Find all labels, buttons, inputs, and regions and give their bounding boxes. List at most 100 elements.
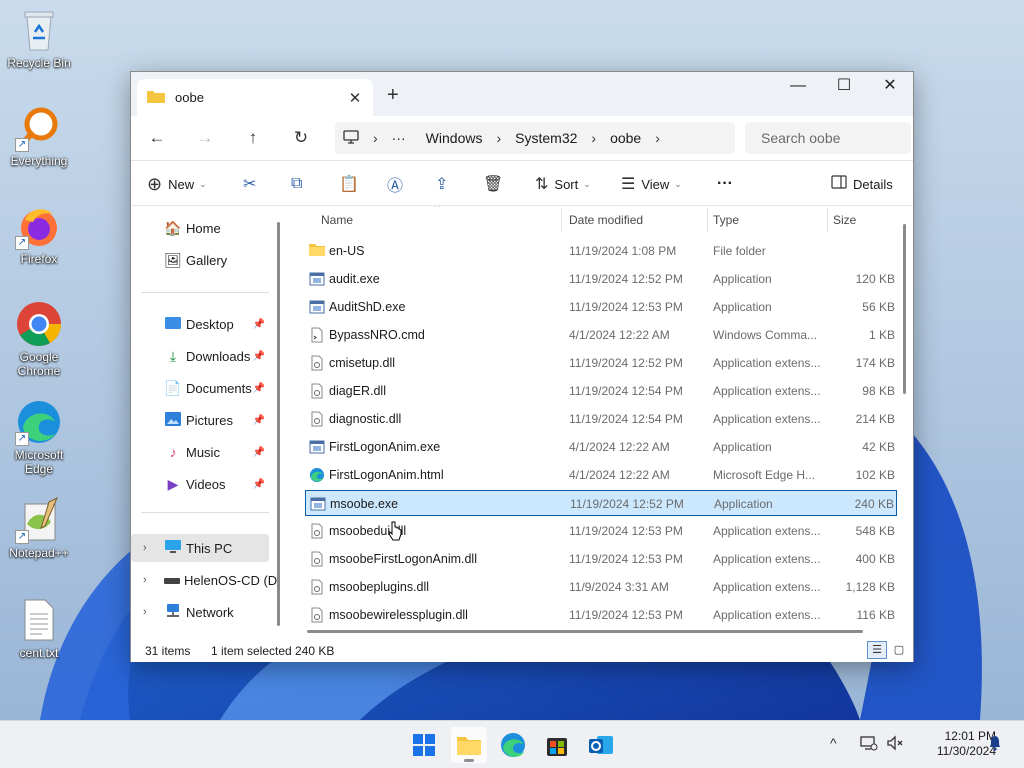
nav-item-pictures[interactable]: Pictures 📌 bbox=[131, 406, 269, 434]
delete-button[interactable]: 🗑 bbox=[483, 171, 509, 197]
column-divider[interactable] bbox=[561, 208, 562, 232]
outlook-icon bbox=[589, 736, 613, 754]
close-tab-icon[interactable]: ✕ bbox=[343, 89, 367, 107]
column-size[interactable]: Size bbox=[833, 213, 856, 227]
sort-button[interactable]: ⇅ Sort ⌄ bbox=[535, 171, 591, 197]
music-note-icon: ♪ bbox=[169, 444, 177, 460]
file-row[interactable]: en-US 11/19/2024 1:08 PM File folder bbox=[305, 238, 897, 264]
volume-muted-icon[interactable] bbox=[886, 735, 904, 754]
file-row[interactable]: FirstLogonAnim.html 4/1/2024 12:22 AM Micr… bbox=[305, 462, 897, 488]
more-options-button[interactable]: ··· bbox=[717, 171, 733, 197]
nav-item-this-pc[interactable]: › This PC bbox=[131, 534, 269, 562]
file-row[interactable]: msoobe.exe 11/19/2024 12:52 PM Application… bbox=[305, 490, 897, 516]
nav-item-network[interactable]: › Network bbox=[131, 598, 269, 626]
taskbar-edge[interactable] bbox=[495, 727, 531, 763]
column-name[interactable]: Name bbox=[321, 213, 353, 227]
nav-item-videos[interactable]: ▶ Videos 📌 bbox=[131, 470, 269, 498]
column-divider[interactable] bbox=[707, 208, 708, 232]
nav-item-drive[interactable]: › HelenOS-CD (D: bbox=[131, 566, 281, 594]
breadcrumb-oobe[interactable]: oobe bbox=[610, 130, 641, 146]
start-button[interactable] bbox=[406, 727, 442, 763]
file-size: 116 KB bbox=[856, 608, 895, 622]
view-button[interactable]: ☰ View ⌄ bbox=[621, 171, 682, 197]
minimize-button[interactable]: — bbox=[775, 72, 821, 102]
navpane-scrollbar[interactable] bbox=[277, 222, 280, 626]
file-row[interactable]: diagnostic.dll 11/19/2024 12:54 PM Applica… bbox=[305, 406, 897, 432]
back-arrow-icon[interactable]: ← bbox=[145, 126, 169, 150]
expand-chevron-icon[interactable]: › bbox=[143, 542, 147, 554]
details-view-button[interactable]: ☰ bbox=[867, 641, 887, 659]
forward-arrow-icon[interactable]: → bbox=[193, 126, 217, 150]
file-row[interactable]: audit.exe 11/19/2024 12:52 PM Application 1… bbox=[305, 266, 897, 292]
pin-icon[interactable]: 📌 bbox=[253, 383, 265, 394]
desktop-icon-edge[interactable]: ↗ Microsoft Edge bbox=[4, 398, 74, 476]
file-row[interactable]: msoobewirelessplugin.dll 11/19/2024 12:53… bbox=[305, 602, 897, 628]
column-divider[interactable] bbox=[827, 208, 828, 232]
file-row[interactable]: AuditShD.exe 11/19/2024 12:53 PM Applicati… bbox=[305, 294, 897, 320]
copy-icon: ⧉ bbox=[291, 175, 303, 192]
notification-bell-icon[interactable] bbox=[988, 735, 1002, 754]
file-row[interactable]: msoobeFirstLogonAnim.dll 11/19/2024 12:53… bbox=[305, 546, 897, 572]
taskbar-store[interactable] bbox=[539, 727, 575, 763]
nav-item-gallery[interactable]: 🖼 Gallery bbox=[131, 246, 269, 274]
file-row[interactable]: BypassNRO.cmd 4/1/2024 12:22 AM Windows Co… bbox=[305, 322, 897, 348]
file-explorer-window: oobe ✕ + — ☐ ✕ ← → ↑ ↻ › ··· Windows › S… bbox=[130, 71, 914, 662]
nav-item-music[interactable]: ♪ Music 📌 bbox=[131, 438, 269, 466]
refresh-icon[interactable]: ↻ bbox=[289, 126, 313, 150]
file-row[interactable]: diagER.dll 11/19/2024 12:54 PM Application… bbox=[305, 378, 897, 404]
breadcrumb-system32[interactable]: System32 bbox=[515, 130, 577, 146]
close-window-button[interactable]: ✕ bbox=[867, 72, 913, 102]
maximize-button[interactable]: ☐ bbox=[821, 72, 867, 102]
tray-overflow-chevron[interactable]: ^ bbox=[830, 735, 837, 751]
pin-icon[interactable]: 📌 bbox=[253, 415, 265, 426]
cut-button[interactable]: ✂ bbox=[243, 171, 262, 197]
nav-item-desktop[interactable]: Desktop 📌 bbox=[131, 310, 269, 338]
copy-button[interactable]: ⧉ bbox=[291, 171, 308, 197]
pin-icon[interactable]: 📌 bbox=[253, 319, 265, 330]
file-list-vertical-scrollbar[interactable] bbox=[903, 224, 906, 394]
nav-item-downloads[interactable]: ⤓ Downloads 📌 bbox=[131, 342, 269, 370]
column-type[interactable]: Type bbox=[713, 213, 739, 227]
file-row[interactable]: FirstLogonAnim.exe 4/1/2024 12:22 AM Appli… bbox=[305, 434, 897, 460]
taskbar-outlook[interactable] bbox=[583, 727, 619, 763]
new-tab-button[interactable]: + bbox=[387, 84, 399, 107]
desktop-icon-notepadpp[interactable]: ↗ Notepad++ bbox=[4, 496, 74, 560]
details-pane-button[interactable]: Details bbox=[831, 171, 893, 197]
expand-chevron-icon[interactable]: › bbox=[143, 606, 147, 618]
file-type: Application bbox=[713, 300, 772, 314]
system-clock[interactable]: 12:01 PM 11/30/2024 bbox=[912, 729, 996, 759]
address-bar[interactable]: › ··· Windows › System32 › oobe › bbox=[335, 122, 735, 154]
file-name: en-US bbox=[329, 244, 365, 258]
desktop-icon-firefox[interactable]: ↗ Firefox bbox=[4, 202, 74, 266]
dll-file-icon bbox=[309, 551, 325, 567]
network-status-icon[interactable] bbox=[860, 735, 878, 754]
nav-item-home[interactable]: 🏠 Home bbox=[131, 214, 269, 242]
desktop-icon-recycle-bin[interactable]: Recycle Bin bbox=[4, 6, 74, 70]
rename-button[interactable]: Ⓐ bbox=[387, 171, 409, 197]
column-date-modified[interactable]: Date modified bbox=[569, 213, 643, 227]
paste-button[interactable]: 📋 bbox=[339, 171, 365, 197]
search-input[interactable]: Search oobe bbox=[745, 122, 911, 154]
file-row[interactable]: msoobeplugins.dll 11/9/2024 3:31 AM Applic… bbox=[305, 574, 897, 600]
new-button[interactable]: ⊕ New ⌄ bbox=[147, 171, 207, 197]
nav-label: Pictures bbox=[186, 412, 233, 428]
large-icons-view-button[interactable]: ▢ bbox=[889, 641, 909, 659]
pin-icon[interactable]: 📌 bbox=[253, 351, 265, 362]
up-arrow-icon[interactable]: ↑ bbox=[241, 126, 265, 150]
desktop-icon-chrome[interactable]: Google Chrome bbox=[4, 300, 74, 378]
nav-item-documents[interactable]: 📄 Documents 📌 bbox=[131, 374, 269, 402]
file-type: Application extens... bbox=[713, 356, 821, 370]
dll-file-icon bbox=[309, 411, 325, 427]
taskbar-file-explorer[interactable] bbox=[451, 727, 487, 763]
breadcrumb-ellipsis[interactable]: ··· bbox=[392, 130, 406, 146]
file-list-horizontal-scrollbar[interactable] bbox=[307, 630, 863, 633]
tab-oobe[interactable]: oobe ✕ bbox=[137, 79, 373, 116]
file-row[interactable]: cmisetup.dll 11/19/2024 12:52 PM Applicati… bbox=[305, 350, 897, 376]
share-button[interactable]: ⇪ bbox=[435, 171, 454, 197]
breadcrumb-windows[interactable]: Windows bbox=[426, 130, 483, 146]
pin-icon[interactable]: 📌 bbox=[253, 447, 265, 458]
desktop-icon-cent-txt[interactable]: cent.txt bbox=[4, 596, 74, 660]
desktop-icon-everything[interactable]: ↗ Everything bbox=[4, 104, 74, 168]
pin-icon[interactable]: 📌 bbox=[253, 479, 265, 490]
expand-chevron-icon[interactable]: › bbox=[143, 574, 147, 586]
